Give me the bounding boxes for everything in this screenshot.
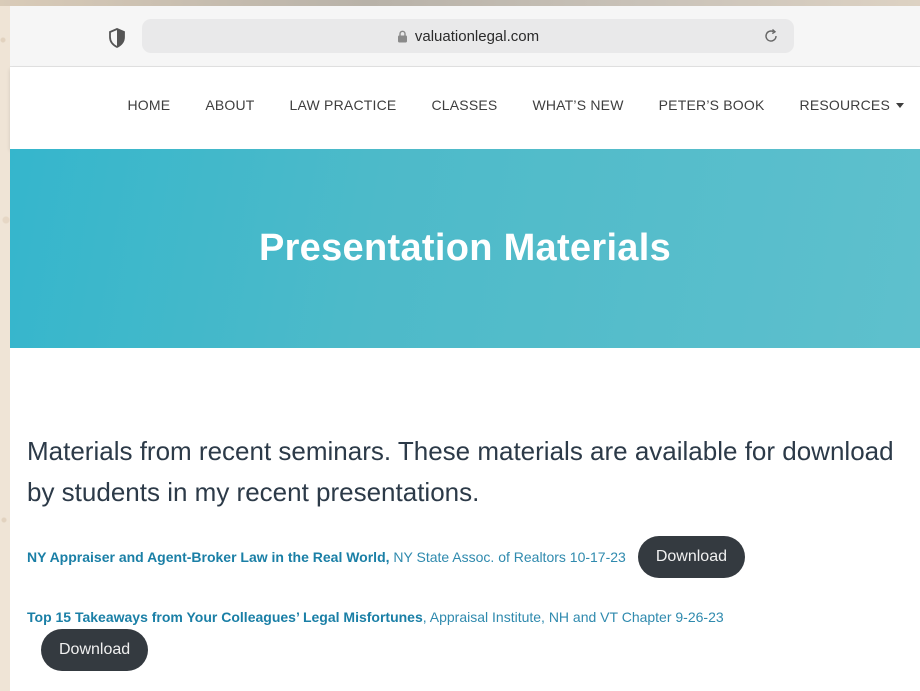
lock-icon [397, 30, 407, 42]
nav-peters-book[interactable]: PETER’S BOOK [659, 97, 765, 113]
download-button[interactable]: Download [41, 629, 149, 671]
material-title-link[interactable]: Top 15 Takeaways from Your Colleagues’ L… [27, 609, 423, 625]
page-title: Presentation Materials [258, 227, 672, 269]
nav-classes[interactable]: CLASSES [431, 97, 497, 113]
intro-text: Materials from recent seminars. These ma… [27, 436, 894, 507]
nav-whats-new[interactable]: WHAT’S NEW [532, 97, 623, 113]
material-meta: , Appraisal Institute, NH and VT Chapter… [422, 609, 724, 625]
material-line: NY Appraiser and Agent-Broker Law in the… [27, 549, 626, 565]
download-button[interactable]: Download [637, 536, 745, 578]
nav-about[interactable]: ABOUT [205, 97, 254, 113]
nav-resources-label: RESOURCES [799, 97, 890, 113]
hero-banner: Presentation Materials [10, 149, 920, 348]
browser-toolbar: valuationlegal.com [10, 6, 920, 67]
nav-law-practice[interactable]: LAW PRACTICE [290, 97, 397, 113]
material-item: NY Appraiser and Agent-Broker Law in the… [27, 535, 907, 579]
shield-icon[interactable] [108, 28, 126, 48]
nav-home[interactable]: HOME [128, 97, 171, 113]
material-item: Top 15 Takeaways from Your Colleagues’ L… [27, 607, 907, 627]
site-nav: HOME ABOUT LAW PRACTICE CLASSES WHAT’S N… [10, 67, 920, 149]
web-page: HOME ABOUT LAW PRACTICE CLASSES WHAT’S N… [10, 67, 920, 691]
material-title-link[interactable]: NY Appraiser and Agent-Broker Law in the… [27, 549, 390, 565]
reload-icon[interactable] [762, 27, 780, 45]
url-text: valuationlegal.com [414, 27, 540, 45]
nav-resources[interactable]: RESOURCES [800, 97, 904, 113]
material-meta: NY State Assoc. of Realtors 10-17-23 [389, 549, 626, 565]
caret-down-icon [896, 103, 904, 108]
address-bar[interactable]: valuationlegal.com [142, 19, 794, 53]
